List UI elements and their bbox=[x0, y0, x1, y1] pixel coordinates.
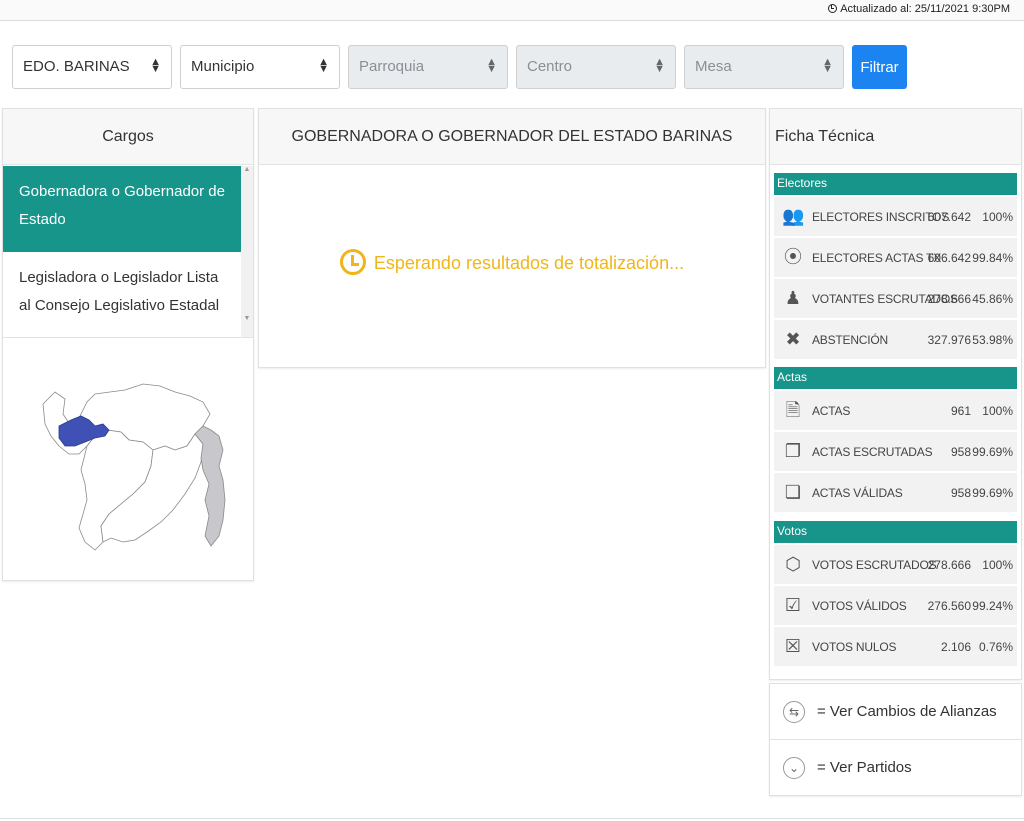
clock-icon bbox=[339, 249, 366, 275]
cargos-scrollbar[interactable]: ▲ ▼ bbox=[241, 166, 253, 338]
stat-value: 327.976 bbox=[927, 333, 971, 347]
stat-value: 606.642 bbox=[927, 251, 971, 265]
ver-partidos-label: = Ver Partidos bbox=[817, 759, 912, 776]
last-updated-text: Actualizado al: 25/11/2021 9:30PM bbox=[840, 3, 1010, 15]
stat-row-votos-escrutados: ⬡ VOTOS ESCRUTADOS 278.666 100% bbox=[774, 545, 1017, 585]
scroll-up-icon[interactable]: ▲ bbox=[241, 166, 253, 173]
file-copy-icon: ❏ bbox=[784, 482, 802, 502]
stat-label: ACTAS bbox=[812, 404, 851, 418]
filter-button[interactable]: Filtrar bbox=[852, 45, 907, 89]
stat-row-abstencion: ✖ ABSTENCIÓN 327.976 53.98% bbox=[774, 320, 1017, 360]
cargo-item-label: Gobernadora o Gobernador de Estado bbox=[19, 183, 225, 228]
ver-cambios-alianzas-label: = Ver Cambios de Alianzas bbox=[817, 703, 997, 720]
stat-percent: 53.98% bbox=[972, 333, 1013, 347]
ballot-box-icon: ⬡ bbox=[785, 554, 801, 574]
centro-value: Centro bbox=[527, 58, 573, 75]
stat-percent: 99.69% bbox=[972, 486, 1013, 500]
chevron-down-icon: ⌄ bbox=[783, 757, 805, 779]
section-actas: Actas bbox=[774, 367, 1017, 389]
stat-label: ACTAS ESCRUTADAS bbox=[812, 445, 933, 459]
stat-percent: 99.69% bbox=[972, 445, 1013, 459]
scroll-down-icon[interactable]: ▼ bbox=[241, 315, 253, 322]
parroquia-select[interactable]: Parroquia ▲ ▼ bbox=[348, 45, 508, 89]
mesa-value: Mesa bbox=[695, 58, 732, 75]
stat-label: ABSTENCIÓN bbox=[812, 333, 889, 347]
parroquia-value: Parroquia bbox=[359, 58, 425, 75]
divider bbox=[3, 337, 253, 338]
stat-row-votantes-escrutados: ♟ VOTANTES ESCRUTADOS 278.666 45.86% bbox=[774, 279, 1017, 319]
stat-value: 278.666 bbox=[927, 558, 971, 572]
stat-label: VOTOS ESCRUTADOS bbox=[812, 558, 937, 572]
centro-select[interactable]: Centro ▲ ▼ bbox=[516, 45, 676, 89]
sort-icon: ▲ ▼ bbox=[654, 56, 665, 75]
rss-icon: ⦿ bbox=[784, 247, 802, 267]
ver-partidos[interactable]: ⌄ = Ver Partidos bbox=[770, 740, 1022, 796]
stat-row-votos-nulos: ☒ VOTOS NULOS 2.106 0.76% bbox=[774, 627, 1017, 667]
ficha-title: Ficha Técnica bbox=[770, 109, 1021, 165]
ver-cambios-alianzas[interactable]: ⇆ = Ver Cambios de Alianzas bbox=[770, 684, 1022, 740]
stat-percent: 99.24% bbox=[972, 599, 1013, 613]
stat-value: 607.642 bbox=[927, 210, 971, 224]
results-panel: GOBERNADORA O GOBERNADOR DEL ESTADO BARI… bbox=[258, 108, 766, 368]
cargos-title: Cargos bbox=[3, 109, 253, 165]
users-icon: 👥 bbox=[782, 206, 805, 226]
stat-percent: 100% bbox=[982, 404, 1013, 418]
cargo-item-gobernador[interactable]: Gobernadora o Gobernador de Estado bbox=[3, 166, 241, 252]
stat-value: 958 bbox=[950, 445, 971, 459]
cargos-panel: Cargos Gobernadora o Gobernador de Estad… bbox=[2, 108, 254, 581]
x-square-icon: ☒ bbox=[784, 636, 802, 656]
estado-value: EDO. BARINAS bbox=[23, 58, 130, 75]
venezuela-map[interactable] bbox=[25, 354, 235, 564]
stat-label: ACTAS VÁLIDAS bbox=[812, 486, 903, 500]
stat-value: 2.106 bbox=[940, 640, 971, 654]
stat-percent: 45.86% bbox=[972, 292, 1013, 306]
results-title: GOBERNADORA O GOBERNADOR DEL ESTADO BARI… bbox=[259, 109, 765, 165]
waiting-status: Esperando resultados de totalización... bbox=[259, 249, 765, 275]
cargo-item-label: Legisladora o Legislador Lista al Consej… bbox=[19, 269, 220, 314]
stat-row-actas-escrutadas: ❐ ACTAS ESCRUTADAS 958 99.69% bbox=[774, 432, 1017, 472]
stat-row-electores-inscritos: 👥 ELECTORES INSCRITOS 607.642 100% bbox=[774, 197, 1017, 237]
section-electores: Electores bbox=[774, 173, 1017, 195]
stat-percent: 100% bbox=[982, 558, 1013, 572]
stat-value: 276.560 bbox=[927, 599, 971, 613]
stat-label: VOTOS VÁLIDOS bbox=[812, 599, 907, 613]
stat-row-actas-validas: ❏ ACTAS VÁLIDAS 958 99.69% bbox=[774, 473, 1017, 513]
stat-value: 958 bbox=[950, 486, 971, 500]
retweet-icon: ⇆ bbox=[783, 701, 805, 723]
user-plus-icon: ♟ bbox=[784, 288, 802, 308]
files-icon: ❐ bbox=[784, 441, 802, 461]
ficha-tecnica-panel: Ficha Técnica Electores 👥 ELECTORES INSC… bbox=[769, 108, 1022, 680]
last-updated: Actualizado al: 25/11/2021 9:30PM bbox=[828, 3, 1010, 15]
sort-icon: ▲ ▼ bbox=[486, 56, 497, 75]
stat-value: 961 bbox=[950, 404, 971, 418]
stat-value: 278.666 bbox=[927, 292, 971, 306]
municipio-select[interactable]: Municipio ▲ ▼ bbox=[180, 45, 340, 89]
clock-icon bbox=[828, 4, 838, 13]
stat-row-actas: 🗎 ACTAS 961 100% bbox=[774, 391, 1017, 431]
sort-icon: ▲ ▼ bbox=[822, 56, 833, 75]
stat-percent: 99.84% bbox=[972, 251, 1013, 265]
municipio-value: Municipio bbox=[191, 58, 255, 75]
check-square-icon: ☑ bbox=[784, 595, 802, 615]
stat-row-votos-validos: ☑ VOTOS VÁLIDOS 276.560 99.24% bbox=[774, 586, 1017, 626]
stat-label: ELECTORES ACTAS TX bbox=[812, 251, 942, 265]
sort-icon: ▲ ▼ bbox=[150, 56, 161, 75]
mesa-select[interactable]: Mesa ▲ ▼ bbox=[684, 45, 844, 89]
stat-percent: 0.76% bbox=[978, 640, 1013, 654]
stat-percent: 100% bbox=[982, 210, 1013, 224]
top-bar: Actualizado al: 25/11/2021 9:30PM bbox=[0, 0, 1024, 21]
bottom-divider bbox=[0, 818, 1024, 819]
waiting-status-text: Esperando resultados de totalización... bbox=[373, 253, 685, 273]
sort-icon: ▲ ▼ bbox=[318, 56, 329, 75]
cargo-item-legislador[interactable]: Legisladora o Legislador Lista al Consej… bbox=[3, 252, 241, 338]
estado-select[interactable]: EDO. BARINAS ▲ ▼ bbox=[12, 45, 172, 89]
stat-label: VOTOS NULOS bbox=[812, 640, 897, 654]
stat-row-electores-actas-tx: ⦿ ELECTORES ACTAS TX 606.642 99.84% bbox=[774, 238, 1017, 278]
user-times-icon: ✖ bbox=[785, 329, 801, 349]
legend-panel: ⇆ = Ver Cambios de Alianzas ⌄ = Ver Part… bbox=[769, 683, 1022, 796]
file-icon: 🗎 bbox=[785, 400, 801, 420]
section-votos: Votos bbox=[774, 521, 1017, 543]
